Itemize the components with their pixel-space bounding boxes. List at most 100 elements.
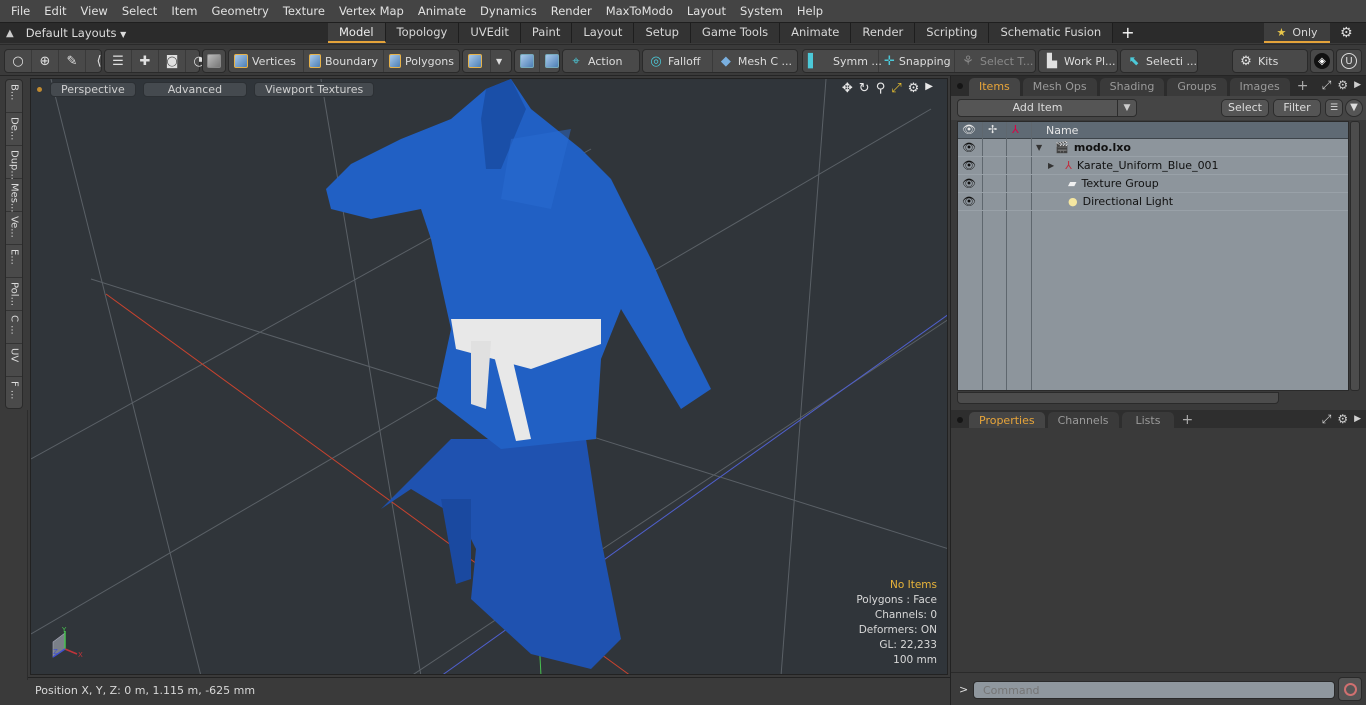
tab-render[interactable]: Render (851, 23, 916, 43)
unity-button[interactable]: ◈ (1310, 49, 1334, 73)
panel-menu-dot[interactable] (957, 83, 963, 89)
boundary-button[interactable]: Boundary (304, 50, 384, 72)
visibility-eye-icon[interactable]: 👁 (962, 195, 976, 208)
view-mode-button[interactable]: Perspective (50, 81, 136, 97)
expand-arrow-icon[interactable]: ▶ (1048, 161, 1054, 170)
kits-button[interactable]: ⚙ Kits (1232, 49, 1308, 73)
filter-button[interactable]: Filter (1273, 99, 1321, 117)
select-through-button[interactable]: ⚘ Select T... (955, 50, 1038, 72)
collapse-arrow-icon[interactable]: ▼ (1036, 143, 1042, 152)
name-column-header[interactable]: Name (1046, 124, 1078, 137)
panel-arrow-icon[interactable]: ▶ (1354, 78, 1361, 93)
pen-button[interactable]: ✎ (59, 50, 86, 72)
lock-column-icon[interactable]: ✢ (988, 123, 997, 136)
pivot-button[interactable] (515, 50, 540, 72)
selection-sets[interactable]: ⬉ Selecti ... (1121, 50, 1202, 72)
menu-render[interactable]: Render (544, 0, 599, 22)
tab-groups[interactable]: Groups (1167, 78, 1227, 96)
circle-select-button[interactable]: ○ (5, 50, 32, 72)
panel-arrow-icon[interactable]: ▶ (1354, 412, 1361, 427)
item-row-light[interactable]: 👁 ● Directional Light (958, 193, 1348, 211)
tab-scripting[interactable]: Scripting (915, 23, 990, 43)
vtab-uv[interactable]: UV (6, 344, 22, 377)
falloff-button[interactable]: ◎ Falloff (643, 50, 713, 72)
panel-menu-dot[interactable] (957, 417, 963, 423)
polygons-button[interactable]: Polygons (384, 50, 459, 72)
vtab-curve[interactable]: C ... (6, 311, 22, 344)
layouts-dropdown[interactable]: ▲ Default Layouts ▼ (6, 23, 126, 43)
visibility-eye-icon[interactable]: 👁 (962, 141, 976, 154)
vtab-edge[interactable]: E... (6, 245, 22, 278)
menu-item[interactable]: Item (164, 0, 204, 22)
menu-layout[interactable]: Layout (680, 0, 733, 22)
selection-sets-button[interactable]: ⬉ Selecti ... (1120, 49, 1198, 73)
menu-view[interactable]: View (74, 0, 115, 22)
viewport-menu-dot[interactable] (37, 86, 42, 92)
tab-layout[interactable]: Layout (572, 23, 635, 43)
command-input[interactable] (973, 681, 1335, 699)
item-mode-button[interactable] (202, 49, 226, 73)
menu-geometry[interactable]: Geometry (205, 0, 276, 22)
add-item-dropdown-icon[interactable]: ▼ (1118, 100, 1136, 116)
vtab-vertex[interactable]: Ve... (6, 212, 22, 245)
add-panel-tab-button[interactable]: + (1293, 78, 1313, 96)
select-button[interactable]: Select (1221, 99, 1269, 117)
work-plane[interactable]: ▙ Work Pl... (1039, 50, 1121, 72)
panel-gear-icon[interactable]: ⚙ (1337, 412, 1348, 427)
menu-maxtomodo[interactable]: MaxToModo (599, 0, 680, 22)
viewport-gear-icon[interactable]: ⚙ (908, 81, 920, 96)
vertices-button[interactable]: Vertices (229, 50, 304, 72)
tab-model[interactable]: Model (328, 23, 386, 43)
item-row-scene[interactable]: 👁 ▼ 🎬 modo.lxo (958, 139, 1348, 157)
viewport-expand-arrow-icon[interactable]: ▶ (925, 81, 933, 96)
unreal-button[interactable]: U (1336, 49, 1362, 73)
items-horizontal-scrollbar[interactable] (957, 392, 1279, 404)
item-row-mesh[interactable]: 👁 ▶ ⅄ Karate_Uniform_Blue_001 (958, 157, 1348, 175)
menu-texture[interactable]: Texture (276, 0, 332, 22)
vtab-fusion[interactable]: F ... (6, 377, 22, 410)
tab-paint[interactable]: Paint (520, 23, 573, 43)
item-type-column-icon[interactable]: ⅄ (1012, 123, 1019, 136)
tab-animate[interactable]: Animate (780, 23, 852, 43)
symmetry-button[interactable]: ▌ Symm ... (803, 50, 882, 72)
record-macro-button[interactable] (1338, 677, 1362, 701)
visibility-eye-icon[interactable]: 👁 (962, 159, 976, 172)
menu-edit[interactable]: Edit (37, 0, 73, 22)
filter-funnel-icon[interactable]: ▼ (1345, 99, 1363, 117)
tab-uvedit[interactable]: UVEdit (459, 23, 521, 43)
gear-icon[interactable]: ⚙ (1340, 25, 1353, 41)
action-center-button[interactable]: ⌖Action ... (562, 49, 651, 73)
tab-shading[interactable]: Shading (1099, 78, 1165, 96)
item-row-texture-group[interactable]: 👁 ▰ Texture Group (958, 175, 1348, 193)
menu-file[interactable]: File (4, 0, 37, 22)
menu-select[interactable]: Select (115, 0, 164, 22)
orbit-icon[interactable]: ↻ (859, 81, 870, 96)
maximize-icon[interactable]: ⤢ (891, 81, 901, 96)
list-options-icon[interactable]: ☰ (1325, 99, 1343, 117)
tab-game-tools[interactable]: Game Tools (690, 23, 781, 43)
collapse-up-icon[interactable]: ▲ (6, 28, 14, 39)
rotate-button[interactable]: ✚ (132, 50, 159, 72)
kits[interactable]: ⚙ Kits (1233, 50, 1283, 72)
move-button[interactable]: ☰ (105, 50, 132, 72)
vtab-basic[interactable]: B... (6, 80, 22, 113)
panel-gear-icon[interactable]: ⚙ (1337, 78, 1348, 93)
visibility-eye-icon[interactable]: 👁 (962, 177, 976, 190)
snapping-button[interactable]: ✛ Snapping (879, 50, 955, 72)
viewport-textures-button[interactable]: Viewport Textures (254, 81, 375, 97)
pan-icon[interactable]: ✥ (842, 81, 853, 96)
menu-dynamics[interactable]: Dynamics (473, 0, 544, 22)
mesh-constraint-button[interactable]: ◆ Mesh C ... (713, 50, 797, 72)
visibility-column-icon[interactable]: 👁 (962, 123, 976, 136)
work-plane-button[interactable]: ▙ Work Pl... (1038, 49, 1118, 73)
tab-items[interactable]: Items (969, 78, 1020, 96)
vtab-duplicate[interactable]: Dup... (6, 146, 22, 180)
menu-help[interactable]: Help (790, 0, 830, 22)
only-toggle-button[interactable]: ★ Only (1264, 23, 1330, 43)
material-mode-dropdown[interactable]: ▼ (491, 50, 507, 72)
menu-animate[interactable]: Animate (411, 0, 473, 22)
vtab-deform[interactable]: De... (6, 113, 22, 146)
sphere-button[interactable]: ⊕ (32, 50, 59, 72)
menu-vertex-map[interactable]: Vertex Map (332, 0, 411, 22)
center-button[interactable] (540, 50, 564, 72)
